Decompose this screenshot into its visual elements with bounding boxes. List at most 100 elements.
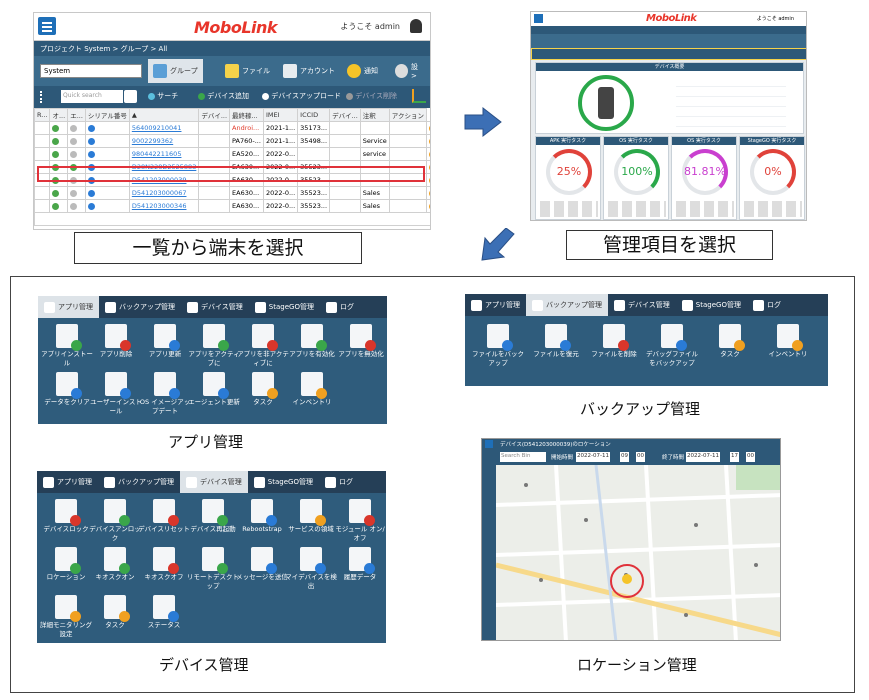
column-header[interactable]: R... [34,108,51,122]
action-cell[interactable] [425,134,430,148]
group-select[interactable]: System [40,64,142,78]
management-item-button[interactable]: キオスクオフ [137,547,191,582]
management-item-button[interactable]: サービスの領域 [284,499,338,534]
panel-tab[interactable]: StageGO管理 [676,294,747,316]
management-item-button[interactable]: ファイルを削除 [587,324,641,359]
row-checkbox[interactable] [34,134,51,148]
delete-device-button[interactable]: デバイス削除 [346,91,397,101]
management-item-button[interactable]: マイデバイスを検出 [284,547,338,591]
serial-number-link[interactable]: D541203000067 [128,186,200,200]
tab-notify[interactable]: 通知 [342,59,383,83]
panel-tab[interactable]: ログ [747,294,787,316]
column-header[interactable]: エ... [67,108,86,122]
panel-tab[interactable]: アプリ管理 [38,296,99,318]
panel-tab[interactable]: StageGO管理 [249,296,320,318]
column-header[interactable]: デバイ... [198,108,231,122]
tab-settings[interactable]: 設 > [390,59,430,83]
search-button[interactable]: サーチ [148,91,178,101]
panel-tab[interactable]: StageGO管理 [248,471,319,493]
management-item-button[interactable]: アプリを無効化 [334,324,387,359]
table-row[interactable]: 9002299362 PA760-... 2021-1... 35498... Serv… [34,134,430,148]
management-item-button[interactable]: デバイス再起動 [186,499,240,534]
panel-tab[interactable]: ログ [319,471,359,493]
end-minute-input[interactable]: 00 [746,452,755,462]
menu-icon[interactable] [485,440,493,448]
management-item-button[interactable]: Rebootstrap [235,499,289,534]
column-header[interactable]: アクション [388,108,427,122]
serial-number-link[interactable]: 9002299362 [128,134,200,148]
panel-tab[interactable]: アプリ管理 [37,471,98,493]
management-item-button[interactable]: ファイルをバックアップ [471,324,525,368]
chart-icon[interactable] [412,89,426,103]
management-item-button[interactable]: ユーザーインストール [89,372,143,416]
edit-icon[interactable] [428,176,430,184]
action-cell[interactable] [425,186,430,200]
row-checkbox[interactable] [34,186,51,200]
management-item-button[interactable]: アプリを非アクティブに [236,324,290,368]
column-header[interactable]: ICCID [297,108,331,122]
device-location-marker[interactable] [610,564,644,598]
end-date-input[interactable]: 2022-07-11 [686,452,720,462]
column-toggle-icon[interactable] [40,91,52,103]
start-minute-input[interactable]: 00 [636,452,645,462]
management-item-button[interactable]: タスク [703,324,757,359]
edit-icon[interactable] [428,124,430,132]
management-item-button[interactable]: 詳細モニタリング設定 [39,595,93,639]
tab-group[interactable]: グループ [148,59,203,83]
management-item-button[interactable]: モジュール オン/オフ [333,499,386,543]
column-header[interactable]: 最終稼... [229,108,264,122]
management-item-button[interactable]: エージェント更新 [187,372,241,407]
management-item-button[interactable]: デバッグファイルをバックアップ [645,324,699,368]
management-item-button[interactable]: インベントリ [285,372,339,407]
table-row[interactable]: 564009210041 Androi... 2021-1... 35173... [34,121,430,135]
user-icon[interactable] [410,19,422,33]
column-header[interactable]: IMEI [262,108,299,122]
serial-number-link[interactable]: 980442211605 [128,147,200,161]
management-item-button[interactable]: ロケーション [39,547,93,582]
serial-number-link[interactable]: D541203000346 [128,199,200,213]
column-header[interactable]: 注釈 [359,108,390,122]
management-item-button[interactable]: アプリ削除 [89,324,143,359]
management-item-button[interactable]: アプリインストール [40,324,94,368]
management-item-button[interactable]: ステータス [137,595,191,630]
management-item-button[interactable]: タスク [236,372,290,407]
panel-tab[interactable]: ログ [320,296,360,318]
panel-tab[interactable]: デバイス管理 [180,471,248,493]
add-device-button[interactable]: デバイス追加 [198,91,249,101]
edit-icon[interactable] [428,202,430,210]
serial-number-link[interactable]: 564009210041 [128,121,200,135]
management-item-button[interactable]: デバイスロック [39,499,93,534]
management-item-button[interactable]: データをクリア [40,372,94,407]
start-date-input[interactable]: 2022-07-11 [576,452,610,462]
row-checkbox[interactable] [34,147,51,161]
column-header[interactable]: デバイ... [329,108,361,122]
column-header[interactable]: ▲ [128,108,200,122]
panel-tab[interactable]: バックアップ管理 [526,294,608,316]
edit-icon[interactable] [428,163,430,171]
start-hour-input[interactable]: 09 [620,452,629,462]
street-map[interactable] [496,465,781,641]
management-item-button[interactable]: アプリ更新 [138,324,192,359]
menu-icon[interactable] [534,14,543,23]
panel-tab[interactable]: アプリ管理 [465,294,526,316]
management-item-button[interactable]: アプリを有効化 [285,324,339,359]
action-cell[interactable] [425,173,430,187]
panel-tab[interactable]: バックアップ管理 [99,296,181,318]
edit-icon[interactable] [428,137,430,145]
action-cell[interactable] [425,147,430,161]
panel-tab[interactable]: デバイス管理 [181,296,249,318]
end-hour-input[interactable]: 17 [730,452,739,462]
table-row[interactable]: 980442211605 EA520... 2022-0... service [34,147,430,161]
management-item-button[interactable]: ファイルを復元 [529,324,583,359]
quick-search-input[interactable]: Quick search [61,90,123,103]
table-row[interactable]: D541203000067 EA630... 2022-0... 35523... Sa… [34,186,430,200]
panel-tab[interactable]: デバイス管理 [608,294,676,316]
management-item-button[interactable]: デバイスアンロック [88,499,142,543]
search-icon[interactable] [124,90,137,103]
tab-file[interactable]: ファイル [220,59,275,83]
management-item-button[interactable]: アプリをアクティブに [187,324,241,368]
management-item-button[interactable]: リモートデスクトップ [186,547,240,591]
row-checkbox[interactable] [34,199,51,213]
management-item-button[interactable]: インベントリ [761,324,815,359]
management-item-button[interactable]: 履歴データ [333,547,386,582]
